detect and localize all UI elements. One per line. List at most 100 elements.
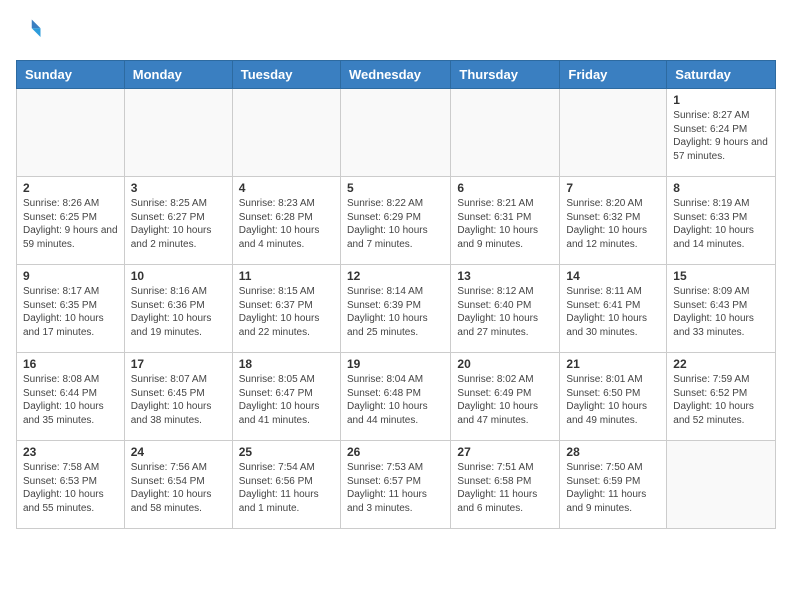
calendar-cell (451, 89, 560, 177)
day-info: Sunrise: 8:02 AM Sunset: 6:49 PM Dayligh… (457, 373, 553, 427)
calendar-cell: 6 Sunrise: 8:21 AM Sunset: 6:31 PM Daylig… (451, 177, 560, 265)
day-number: 24 (131, 445, 226, 459)
calendar-cell: 2 Sunrise: 8:26 AM Sunset: 6:25 PM Daylig… (17, 177, 125, 265)
logo-icon (16, 16, 44, 44)
day-number: 12 (347, 269, 444, 283)
calendar-cell: 26 Sunrise: 7:53 AM Sunset: 6:57 PM Dayli… (340, 441, 450, 529)
day-number: 19 (347, 357, 444, 371)
calendar-cell (124, 89, 232, 177)
day-info: Sunrise: 8:16 AM Sunset: 6:36 PM Dayligh… (131, 285, 226, 339)
calendar-cell: 22 Sunrise: 7:59 AM Sunset: 6:52 PM Dayli… (667, 353, 776, 441)
day-info: Sunrise: 7:50 AM Sunset: 6:59 PM Dayligh… (566, 461, 660, 515)
weekday-header-sunday: Sunday (17, 61, 125, 89)
day-info: Sunrise: 7:56 AM Sunset: 6:54 PM Dayligh… (131, 461, 226, 515)
calendar-cell: 18 Sunrise: 8:05 AM Sunset: 6:47 PM Dayli… (232, 353, 340, 441)
calendar-cell (340, 89, 450, 177)
day-info: Sunrise: 8:08 AM Sunset: 6:44 PM Dayligh… (23, 373, 118, 427)
logo (16, 16, 48, 44)
calendar-cell: 27 Sunrise: 7:51 AM Sunset: 6:58 PM Dayli… (451, 441, 560, 529)
calendar-cell: 16 Sunrise: 8:08 AM Sunset: 6:44 PM Dayli… (17, 353, 125, 441)
day-number: 27 (457, 445, 553, 459)
calendar-table: SundayMondayTuesdayWednesdayThursdayFrid… (16, 60, 776, 529)
calendar-cell: 1 Sunrise: 8:27 AM Sunset: 6:24 PM Daylig… (667, 89, 776, 177)
day-number: 4 (239, 181, 334, 195)
day-number: 26 (347, 445, 444, 459)
day-number: 23 (23, 445, 118, 459)
day-info: Sunrise: 8:11 AM Sunset: 6:41 PM Dayligh… (566, 285, 660, 339)
day-number: 20 (457, 357, 553, 371)
day-info: Sunrise: 8:26 AM Sunset: 6:25 PM Dayligh… (23, 197, 118, 251)
calendar-cell: 13 Sunrise: 8:12 AM Sunset: 6:40 PM Dayli… (451, 265, 560, 353)
calendar-cell: 12 Sunrise: 8:14 AM Sunset: 6:39 PM Dayli… (340, 265, 450, 353)
day-number: 17 (131, 357, 226, 371)
calendar-cell: 11 Sunrise: 8:15 AM Sunset: 6:37 PM Dayli… (232, 265, 340, 353)
calendar-cell: 9 Sunrise: 8:17 AM Sunset: 6:35 PM Daylig… (17, 265, 125, 353)
day-info: Sunrise: 7:54 AM Sunset: 6:56 PM Dayligh… (239, 461, 334, 515)
weekday-header-thursday: Thursday (451, 61, 560, 89)
day-number: 10 (131, 269, 226, 283)
day-number: 25 (239, 445, 334, 459)
day-info: Sunrise: 8:22 AM Sunset: 6:29 PM Dayligh… (347, 197, 444, 251)
day-info: Sunrise: 7:59 AM Sunset: 6:52 PM Dayligh… (673, 373, 769, 427)
calendar-cell: 17 Sunrise: 8:07 AM Sunset: 6:45 PM Dayli… (124, 353, 232, 441)
day-number: 5 (347, 181, 444, 195)
calendar-cell: 5 Sunrise: 8:22 AM Sunset: 6:29 PM Daylig… (340, 177, 450, 265)
day-info: Sunrise: 8:17 AM Sunset: 6:35 PM Dayligh… (23, 285, 118, 339)
day-number: 9 (23, 269, 118, 283)
day-number: 21 (566, 357, 660, 371)
day-number: 8 (673, 181, 769, 195)
day-info: Sunrise: 8:01 AM Sunset: 6:50 PM Dayligh… (566, 373, 660, 427)
calendar-cell (667, 441, 776, 529)
calendar-cell: 14 Sunrise: 8:11 AM Sunset: 6:41 PM Dayli… (560, 265, 667, 353)
day-info: Sunrise: 8:25 AM Sunset: 6:27 PM Dayligh… (131, 197, 226, 251)
day-info: Sunrise: 7:53 AM Sunset: 6:57 PM Dayligh… (347, 461, 444, 515)
day-number: 6 (457, 181, 553, 195)
day-number: 16 (23, 357, 118, 371)
day-info: Sunrise: 8:15 AM Sunset: 6:37 PM Dayligh… (239, 285, 334, 339)
day-number: 22 (673, 357, 769, 371)
day-info: Sunrise: 7:51 AM Sunset: 6:58 PM Dayligh… (457, 461, 553, 515)
weekday-header-monday: Monday (124, 61, 232, 89)
calendar-cell (560, 89, 667, 177)
calendar-cell: 19 Sunrise: 8:04 AM Sunset: 6:48 PM Dayli… (340, 353, 450, 441)
day-info: Sunrise: 8:20 AM Sunset: 6:32 PM Dayligh… (566, 197, 660, 251)
day-info: Sunrise: 8:14 AM Sunset: 6:39 PM Dayligh… (347, 285, 444, 339)
calendar-cell: 10 Sunrise: 8:16 AM Sunset: 6:36 PM Dayli… (124, 265, 232, 353)
day-number: 7 (566, 181, 660, 195)
weekday-header-friday: Friday (560, 61, 667, 89)
day-number: 2 (23, 181, 118, 195)
day-info: Sunrise: 8:05 AM Sunset: 6:47 PM Dayligh… (239, 373, 334, 427)
day-info: Sunrise: 8:12 AM Sunset: 6:40 PM Dayligh… (457, 285, 553, 339)
calendar-cell: 25 Sunrise: 7:54 AM Sunset: 6:56 PM Dayli… (232, 441, 340, 529)
day-number: 11 (239, 269, 334, 283)
calendar-cell: 15 Sunrise: 8:09 AM Sunset: 6:43 PM Dayli… (667, 265, 776, 353)
weekday-header-wednesday: Wednesday (340, 61, 450, 89)
calendar-cell: 7 Sunrise: 8:20 AM Sunset: 6:32 PM Daylig… (560, 177, 667, 265)
calendar-cell: 28 Sunrise: 7:50 AM Sunset: 6:59 PM Dayli… (560, 441, 667, 529)
day-number: 3 (131, 181, 226, 195)
day-info: Sunrise: 8:04 AM Sunset: 6:48 PM Dayligh… (347, 373, 444, 427)
day-info: Sunrise: 8:19 AM Sunset: 6:33 PM Dayligh… (673, 197, 769, 251)
day-info: Sunrise: 8:21 AM Sunset: 6:31 PM Dayligh… (457, 197, 553, 251)
calendar-cell: 20 Sunrise: 8:02 AM Sunset: 6:49 PM Dayli… (451, 353, 560, 441)
calendar-cell (17, 89, 125, 177)
day-number: 1 (673, 93, 769, 107)
day-number: 14 (566, 269, 660, 283)
day-number: 18 (239, 357, 334, 371)
day-info: Sunrise: 8:27 AM Sunset: 6:24 PM Dayligh… (673, 109, 769, 163)
calendar-cell: 23 Sunrise: 7:58 AM Sunset: 6:53 PM Dayli… (17, 441, 125, 529)
day-number: 28 (566, 445, 660, 459)
day-info: Sunrise: 8:09 AM Sunset: 6:43 PM Dayligh… (673, 285, 769, 339)
day-info: Sunrise: 8:23 AM Sunset: 6:28 PM Dayligh… (239, 197, 334, 251)
calendar-cell: 3 Sunrise: 8:25 AM Sunset: 6:27 PM Daylig… (124, 177, 232, 265)
calendar-cell: 4 Sunrise: 8:23 AM Sunset: 6:28 PM Daylig… (232, 177, 340, 265)
day-info: Sunrise: 8:07 AM Sunset: 6:45 PM Dayligh… (131, 373, 226, 427)
calendar-cell: 24 Sunrise: 7:56 AM Sunset: 6:54 PM Dayli… (124, 441, 232, 529)
day-number: 15 (673, 269, 769, 283)
weekday-header-saturday: Saturday (667, 61, 776, 89)
day-number: 13 (457, 269, 553, 283)
calendar-cell: 21 Sunrise: 8:01 AM Sunset: 6:50 PM Dayli… (560, 353, 667, 441)
weekday-header-tuesday: Tuesday (232, 61, 340, 89)
calendar-cell: 8 Sunrise: 8:19 AM Sunset: 6:33 PM Daylig… (667, 177, 776, 265)
day-info: Sunrise: 7:58 AM Sunset: 6:53 PM Dayligh… (23, 461, 118, 515)
